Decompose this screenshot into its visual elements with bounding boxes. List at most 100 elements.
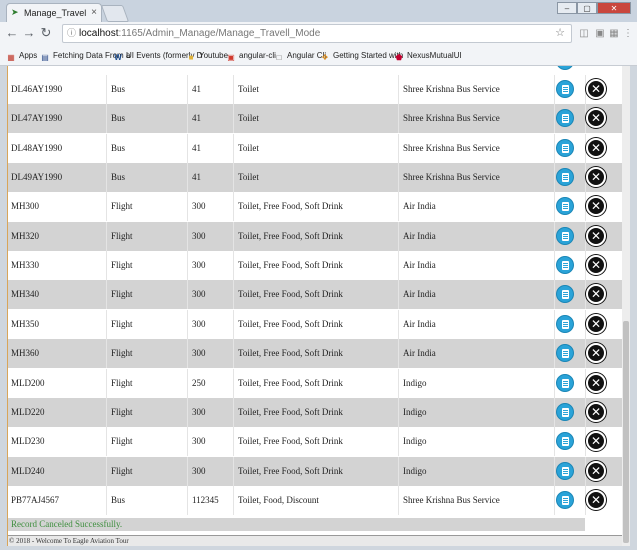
edit-button[interactable]	[556, 227, 574, 245]
delete-x-icon-button[interactable]: ✕	[586, 314, 606, 334]
column-divider	[106, 104, 107, 133]
table-row: MH300 Flight 300 Toilet, Free Food, Soft Dr…	[8, 192, 622, 221]
travel-mode-cell: Flight	[111, 407, 133, 417]
tab-close-icon[interactable]: ×	[91, 4, 97, 22]
column-divider	[106, 75, 107, 104]
delete-x-icon-button[interactable]: ✕	[586, 284, 606, 304]
bookmark-nexusmutualui[interactable]: ⬟ NexusMutualUI	[394, 49, 462, 62]
edit-document-icon	[562, 290, 569, 299]
seat-count-cell: 300	[192, 348, 206, 358]
extension-doc-icon[interactable]: ▣	[594, 27, 606, 40]
edit-button[interactable]	[556, 139, 574, 157]
edit-button[interactable]	[556, 80, 574, 98]
bookmark-getting-started[interactable]: ❖ Getting Started with	[320, 49, 403, 62]
edit-document-icon	[562, 320, 569, 329]
bookmark-apps[interactable]: ▦ Apps	[6, 49, 37, 62]
delete-x-icon-button[interactable]: ✕	[586, 79, 606, 99]
maximize-button[interactable]: ▢	[577, 2, 597, 14]
table-row: MH320 Flight 300 Toilet, Free Food, Soft Dr…	[8, 222, 622, 251]
table-row: DL47AY1990 Bus 41 Toilet Shree Krishna Bus S…	[8, 104, 622, 133]
delete-x-icon-button[interactable]: ✕	[586, 108, 606, 128]
edit-button[interactable]	[556, 491, 574, 509]
delete-x-icon-button[interactable]: ✕	[586, 167, 606, 187]
delete-x-icon-button[interactable]: ✕	[586, 461, 606, 481]
minimize-button[interactable]: –	[557, 2, 577, 14]
bookmark-youtube[interactable]: ■ Youtube	[186, 49, 229, 62]
edit-button[interactable]	[556, 432, 574, 450]
operator-name-cell: Air India	[403, 231, 436, 241]
edit-button[interactable]	[556, 344, 574, 362]
window-frame-bottom	[0, 546, 637, 550]
browser-toolbar: ← → ↻ ⓘ localhost:1165/Admin_Manage/Mana…	[0, 22, 637, 45]
bookmark-star-icon[interactable]: ☆	[555, 25, 565, 42]
delete-x-icon-button[interactable]: ✕	[586, 402, 606, 422]
vehicle-code-cell: DL46AY1990	[11, 84, 63, 94]
scrollbar-thumb[interactable]	[623, 321, 629, 543]
operator-name-cell: Air India	[403, 260, 436, 270]
seat-count-cell: 41	[192, 84, 201, 94]
column-divider	[233, 104, 234, 133]
seat-count-cell: 300	[192, 436, 206, 446]
address-bar[interactable]: ⓘ localhost:1165/Admin_Manage/Manage_Tra…	[62, 24, 572, 43]
column-divider	[187, 457, 188, 486]
status-message: Record Canceled Successfully.	[8, 518, 585, 531]
table-row: MH340 Flight 300 Toilet, Free Food, Soft Dr…	[8, 280, 622, 309]
page-icon: □	[276, 53, 282, 62]
seat-count-cell: 250	[192, 378, 206, 388]
column-divider	[554, 310, 555, 339]
edit-button[interactable]	[556, 403, 574, 421]
edit-button[interactable]	[556, 109, 574, 127]
column-divider	[187, 339, 188, 368]
edit-button[interactable]	[556, 168, 574, 186]
delete-x-icon-button[interactable]: ✕	[586, 226, 606, 246]
tab-strip: ➤ Manage_Travell_Mode - × – ▢ ✕	[0, 0, 637, 22]
delete-x-icon-button[interactable]: ✕	[586, 196, 606, 216]
delete-x-icon-button[interactable]: ✕	[586, 255, 606, 275]
edit-button[interactable]	[556, 315, 574, 333]
column-divider	[106, 339, 107, 368]
vertical-scrollbar[interactable]	[622, 66, 630, 546]
column-divider	[398, 251, 399, 280]
url-host: localhost	[79, 28, 119, 39]
vehicle-code-cell: MH350	[11, 319, 40, 329]
delete-x-icon-button[interactable]: ✕	[586, 343, 606, 363]
reload-icon[interactable]: ↻	[39, 25, 53, 41]
edit-button[interactable]	[556, 66, 574, 70]
delete-x-icon-button[interactable]: ✕	[586, 490, 606, 510]
back-arrow-icon[interactable]: ←	[5, 25, 19, 41]
browser-tab[interactable]: ➤ Manage_Travell_Mode - ×	[6, 3, 102, 22]
site-info-icon[interactable]: ⓘ	[67, 25, 76, 42]
table-row: DL48AY1990 Bus 41 Toilet Shree Krishna Bus S…	[8, 134, 622, 163]
delete-x-icon-button[interactable]: ✕	[586, 138, 606, 158]
column-divider	[554, 398, 555, 427]
delete-x-icon-button[interactable]: ✕	[586, 373, 606, 393]
new-tab-button[interactable]	[100, 5, 130, 22]
travel-mode-cell: Bus	[111, 84, 126, 94]
column-divider	[554, 104, 555, 133]
extension-icon[interactable]: ◫	[578, 27, 590, 40]
menu-dots-icon[interactable]: ⋮	[622, 27, 634, 40]
table-row: MLD230 Flight 300 Toilet, Free Food, Soft D…	[8, 427, 622, 456]
bookmark-angular-cli[interactable]: □ Angular Cli	[274, 49, 327, 62]
operator-name-cell: Shree Krishna Bus Service	[403, 495, 500, 505]
operator-name-cell: Shree Krishna Bus Service	[403, 84, 500, 94]
column-divider	[554, 134, 555, 163]
bookmark-angular-cli-red[interactable]: ▣ angular-cli	[226, 49, 276, 62]
operator-name-cell: Air India	[403, 201, 436, 211]
edit-button[interactable]	[556, 197, 574, 215]
edit-button[interactable]	[556, 462, 574, 480]
operator-name-cell: Air India	[403, 289, 436, 299]
vehicle-code-cell: DL49AY1990	[11, 172, 63, 182]
forward-arrow-icon[interactable]: →	[22, 25, 36, 41]
operator-name-cell: Shree Krishna Bus Service	[403, 113, 500, 123]
close-window-button[interactable]: ✕	[597, 2, 631, 14]
seat-count-cell: 300	[192, 319, 206, 329]
edit-button[interactable]	[556, 374, 574, 392]
edit-document-icon	[562, 349, 569, 358]
extension-puzzle-icon[interactable]: ▦	[608, 27, 620, 40]
seat-count-cell: 300	[192, 289, 206, 299]
table-row: MH360 Flight 300 Toilet, Free Food, Soft Dr…	[8, 339, 622, 368]
edit-button[interactable]	[556, 285, 574, 303]
delete-x-icon-button[interactable]: ✕	[586, 431, 606, 451]
edit-button[interactable]	[556, 256, 574, 274]
